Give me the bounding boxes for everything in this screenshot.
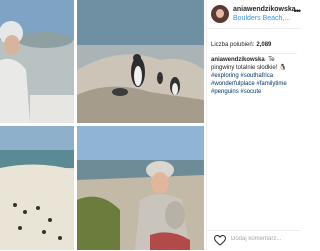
post-image-collage[interactable] [0,0,204,250]
post-header: aniawendzikowska Boulders Beach,... ••• [207,0,301,29]
likes-number: 2,089 [256,42,272,48]
photo-beach-penguins [0,126,74,250]
location-link[interactable]: Boulders Beach,... [233,15,290,22]
comment-input[interactable] [231,236,299,242]
hashtag-link[interactable]: #socute [240,89,261,95]
post-sidebar: aniawendzikowska Boulders Beach,... ••• … [206,0,301,250]
likes-count[interactable]: Liczba polubień: 2,089 [211,42,271,48]
username-link[interactable]: aniawendzikowska [233,6,296,13]
hashtag-link[interactable]: #familytime [256,81,286,87]
hashtag-link[interactable]: #wonderfulplace [211,81,255,87]
divider [211,53,297,54]
hashtag-link[interactable]: #southafrica [240,73,273,79]
instagram-post: aniawendzikowska Boulders Beach,... ••• … [0,0,301,250]
more-options-icon[interactable]: ••• [294,6,302,16]
avatar[interactable] [211,5,229,23]
photo-woman-beach [0,0,74,123]
photo-penguins-rocks [77,0,204,123]
heart-icon[interactable] [214,235,226,246]
caption: aniawendzikowska Te pingwiny totalnie sł… [211,56,299,96]
comment-bar [207,230,301,251]
hashtag-link[interactable]: #penguins [211,89,239,95]
caption-username-link[interactable]: aniawendzikowska [211,57,265,63]
hashtag-link[interactable]: #exploring [211,73,239,79]
likes-label: Liczba polubień: [211,42,255,48]
photo-woman-child [77,126,204,250]
